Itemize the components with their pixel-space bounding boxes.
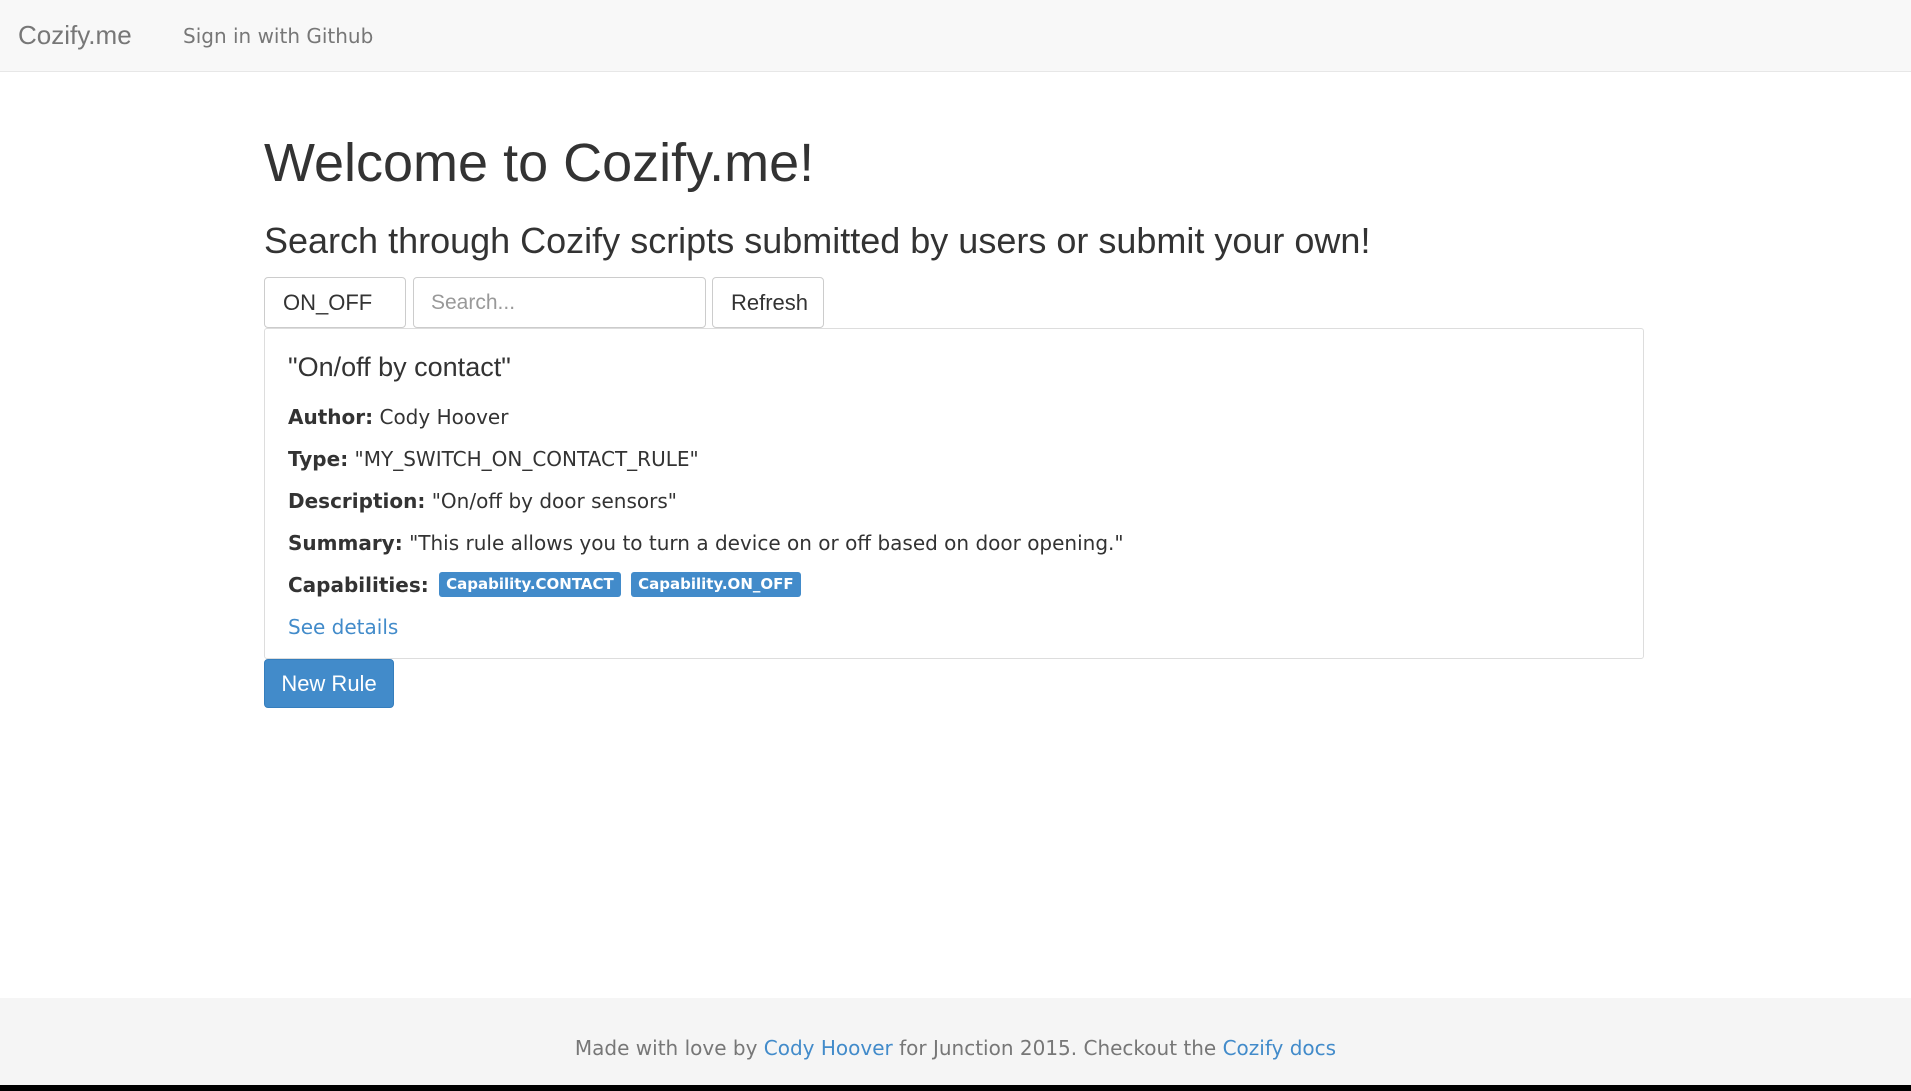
search-input[interactable] [413, 277, 706, 328]
refresh-button[interactable]: Refresh [712, 277, 824, 328]
type-filter-dropdown[interactable]: ON_OFF [264, 277, 406, 334]
brand-link[interactable]: Cozify.me [18, 19, 132, 51]
author-value: Cody Hoover [379, 405, 509, 429]
new-rule-button[interactable]: New Rule [264, 659, 394, 708]
capability-badge: Capability.ON_OFF [631, 572, 801, 597]
footer: Made with love by Cody Hoover for Juncti… [0, 998, 1911, 1085]
page-subtitle: Search through Cozify scripts submitted … [264, 220, 1371, 261]
footer-text-part: for Junction 2015. Checkout the [892, 1036, 1223, 1060]
rule-author-row: Author: Cody Hoover [288, 403, 508, 431]
summary-value: "This rule allows you to turn a device o… [409, 531, 1124, 555]
rule-panel: "On/off by contact" Author: Cody Hoover … [264, 328, 1644, 659]
type-value: "MY_SWITCH_ON_CONTACT_RULE" [354, 447, 699, 471]
capability-badge: Capability.CONTACT [439, 572, 621, 597]
type-filter-label: ON_OFF [283, 290, 373, 315]
footer-author-link[interactable]: Cody Hoover [764, 1036, 893, 1060]
footer-text-part: Made with love by [574, 1036, 764, 1060]
cozify-docs-link[interactable]: Cozify docs [1223, 1036, 1337, 1060]
rule-capabilities-row: Capabilities: Capability.CONTACT Capabil… [288, 571, 801, 599]
description-label: Description: [288, 489, 426, 513]
page-title: Welcome to Cozify.me! [264, 133, 815, 193]
rule-summary-row: Summary: "This rule allows you to turn a… [288, 529, 1124, 557]
description-value: "On/off by door sensors" [431, 489, 677, 513]
summary-label: Summary: [288, 531, 403, 555]
navbar: Cozify.me Sign in with Github [0, 0, 1911, 72]
rule-type-row: Type: "MY_SWITCH_ON_CONTACT_RULE" [288, 445, 699, 473]
see-details-link[interactable]: See details [288, 613, 398, 641]
sign-in-github-link[interactable]: Sign in with Github [183, 22, 373, 50]
rule-description-row: Description: "On/off by door sensors" [288, 487, 677, 515]
capabilities-label: Capabilities: [288, 573, 429, 597]
author-label: Author: [288, 405, 374, 429]
type-label: Type: [288, 447, 349, 471]
rule-name: "On/off by contact" [288, 352, 511, 382]
footer-text: Made with love by Cody Hoover for Juncti… [0, 1034, 1911, 1062]
bottom-edge-bar [0, 1085, 1911, 1091]
